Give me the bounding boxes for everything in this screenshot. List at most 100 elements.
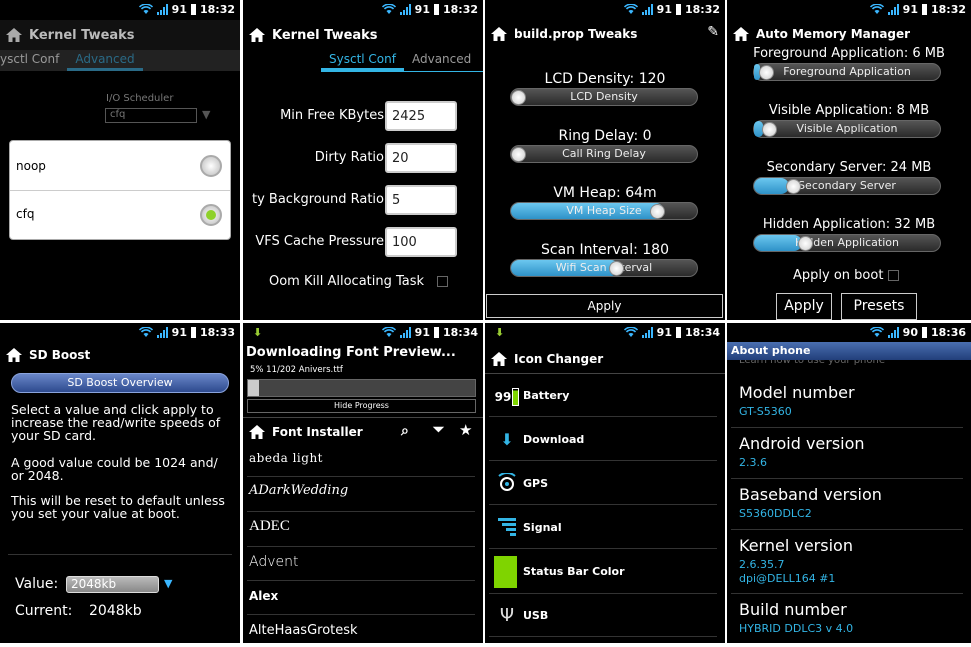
font-item[interactable]: abeda light	[249, 451, 323, 465]
sd-boost-overview-button[interactable]: SD Boost Overview	[11, 373, 229, 393]
model-number-label: Model number	[739, 383, 855, 402]
edit-icon[interactable]: ✎	[707, 24, 719, 40]
foreground-slider[interactable]: Foreground Application	[753, 63, 941, 81]
tab-advanced[interactable]: Advanced	[67, 50, 143, 71]
font-item[interactable]: ADEC	[249, 518, 290, 535]
ring-delay-title: Ring Delay: 0	[558, 128, 652, 144]
tab-advanced[interactable]: Advanced	[404, 50, 479, 71]
current-label: Current:	[15, 603, 73, 619]
baseband-version-label: Baseband version	[739, 485, 882, 504]
signal-value: 91	[414, 326, 430, 339]
visible-slider[interactable]: Visible Application	[753, 120, 941, 138]
page-title: Icon Changer	[514, 351, 604, 366]
wifi-icon	[623, 326, 638, 338]
clock: 18:34	[442, 326, 478, 339]
option-cfq-label[interactable]: cfq	[16, 207, 34, 221]
home-icon[interactable]	[732, 26, 750, 42]
apply-on-boot-label: Apply on boot	[793, 268, 884, 283]
home-icon[interactable]	[5, 347, 23, 363]
visible-slider-thumb[interactable]	[762, 122, 778, 137]
option-noop-radio[interactable]	[200, 155, 222, 177]
option-cfq-radio[interactable]	[200, 204, 222, 226]
vm-heap-slider[interactable]: VM Heap Size	[510, 202, 698, 220]
ring-delay-slider[interactable]: Call Ring Delay	[510, 145, 698, 163]
icon-item-download[interactable]: Download	[523, 433, 584, 446]
tab-bar: Sysctl Conf Advanced	[321, 50, 483, 72]
signal-value: 90	[902, 326, 918, 339]
auto-memory-manager-screen: 91 18:32 Auto Memory Manager Foreground …	[727, 0, 971, 320]
signal-bars-icon	[156, 4, 168, 15]
hidden-application-slider-thumb[interactable]	[797, 236, 813, 251]
foreground-slider-thumb[interactable]	[759, 65, 775, 80]
hidden-application-title: Hidden Application: 32 MB	[762, 217, 936, 232]
action-bar: Font Installer ⌕ ⏷ ★	[243, 417, 483, 445]
signal-bars-icon	[399, 4, 411, 15]
page-title: Font Installer	[272, 424, 363, 439]
home-icon[interactable]	[248, 27, 266, 43]
signal-value: 91	[171, 326, 187, 339]
min-free-kbytes-label: Min Free KBytes	[280, 108, 384, 123]
lcd-density-slider-thumb[interactable]	[511, 90, 526, 105]
dirty-background-ratio-label: ty Background Ratio	[252, 192, 384, 207]
download-progress-text: 5% 11/202 Anivers.ttf	[250, 365, 343, 375]
min-free-kbytes-input[interactable]: 2425	[385, 101, 457, 131]
wifi-icon	[869, 3, 884, 15]
spinner-arrow-icon: ▼	[202, 108, 211, 121]
build-number-value: HYBRID DDLC3 v 4.0	[739, 622, 854, 635]
wifi-icon	[138, 3, 153, 15]
action-bar: SD Boost	[0, 340, 240, 370]
action-bar: Auto Memory Manager	[727, 19, 971, 49]
value-label: Value:	[15, 576, 59, 592]
ring-delay-slider-thumb[interactable]	[511, 147, 526, 162]
scan-interval-slider[interactable]: Wifi Scan Interval	[510, 259, 698, 277]
io-scheduler-spinner[interactable]: cfq	[105, 108, 197, 123]
font-item[interactable]: ADarkWedding	[249, 483, 348, 498]
secondary-server-slider[interactable]: Secondary Server	[753, 177, 941, 195]
usb-icon: Ψ	[499, 604, 515, 626]
dirty-background-ratio-input[interactable]: 5	[385, 185, 457, 215]
home-icon[interactable]	[490, 351, 508, 367]
icon-item-signal[interactable]: Signal	[523, 521, 562, 534]
icon-item-gps[interactable]: GPS	[523, 477, 548, 490]
font-item[interactable]: Advent	[249, 554, 298, 570]
tab-sysctl[interactable]: Sysctl Conf	[321, 50, 404, 71]
option-noop-label[interactable]: noop	[16, 159, 46, 173]
hide-progress-button[interactable]: Hide Progress	[247, 399, 476, 413]
filter-icon[interactable]: ⏷	[433, 422, 444, 438]
lcd-density-slider[interactable]: LCD Density	[510, 88, 698, 106]
oom-kill-checkbox[interactable]	[437, 276, 448, 287]
battery-icon	[675, 4, 681, 15]
home-icon[interactable]	[490, 26, 508, 42]
ring-delay-slider-label: Call Ring Delay	[562, 147, 646, 160]
visible-slider-label: Visible Application	[796, 122, 898, 135]
current-value: 2048kb	[89, 603, 142, 619]
apply-button[interactable]: Apply	[776, 293, 832, 320]
home-icon[interactable]	[5, 27, 23, 43]
home-icon[interactable]	[248, 424, 266, 440]
vm-heap-slider-thumb[interactable]	[649, 204, 665, 219]
presets-button[interactable]: Presets	[841, 293, 917, 320]
color-swatch-icon	[494, 556, 517, 588]
hidden-application-slider[interactable]: Hidden Application	[753, 234, 941, 252]
foreground-slider-label: Foreground Application	[783, 65, 911, 78]
clock: 18:33	[199, 326, 235, 339]
battery-icon: 99	[494, 384, 520, 410]
tab-sysctl[interactable]: ysctl Conf	[0, 50, 67, 71]
dirty-ratio-input[interactable]: 20	[385, 143, 457, 173]
favorites-star-icon[interactable]: ★	[459, 421, 472, 439]
icon-item-battery[interactable]: Battery	[523, 389, 569, 402]
font-item[interactable]: AlteHaasGrotesk	[249, 623, 358, 638]
download-notification-icon: ⬇	[495, 326, 505, 339]
apply-on-boot-checkbox[interactable]	[888, 270, 899, 281]
vfs-cache-pressure-input[interactable]: 100	[385, 227, 457, 257]
icon-item-status-bar-color[interactable]: Status Bar Color	[523, 565, 625, 578]
signal-bars-icon	[641, 4, 653, 15]
value-spinner[interactable]: 2048kb	[66, 576, 159, 593]
scan-interval-slider-thumb[interactable]	[609, 261, 625, 276]
search-icon[interactable]: ⌕	[401, 423, 409, 439]
sd-boost-screen: 91 18:33 SD Boost SD Boost Overview Sele…	[0, 323, 240, 643]
icon-item-usb[interactable]: USB	[523, 609, 548, 622]
font-item[interactable]: Alex	[249, 589, 278, 603]
partial-list-item[interactable]: Learn how to use your phone	[739, 360, 885, 368]
apply-button[interactable]: Apply	[486, 294, 723, 318]
